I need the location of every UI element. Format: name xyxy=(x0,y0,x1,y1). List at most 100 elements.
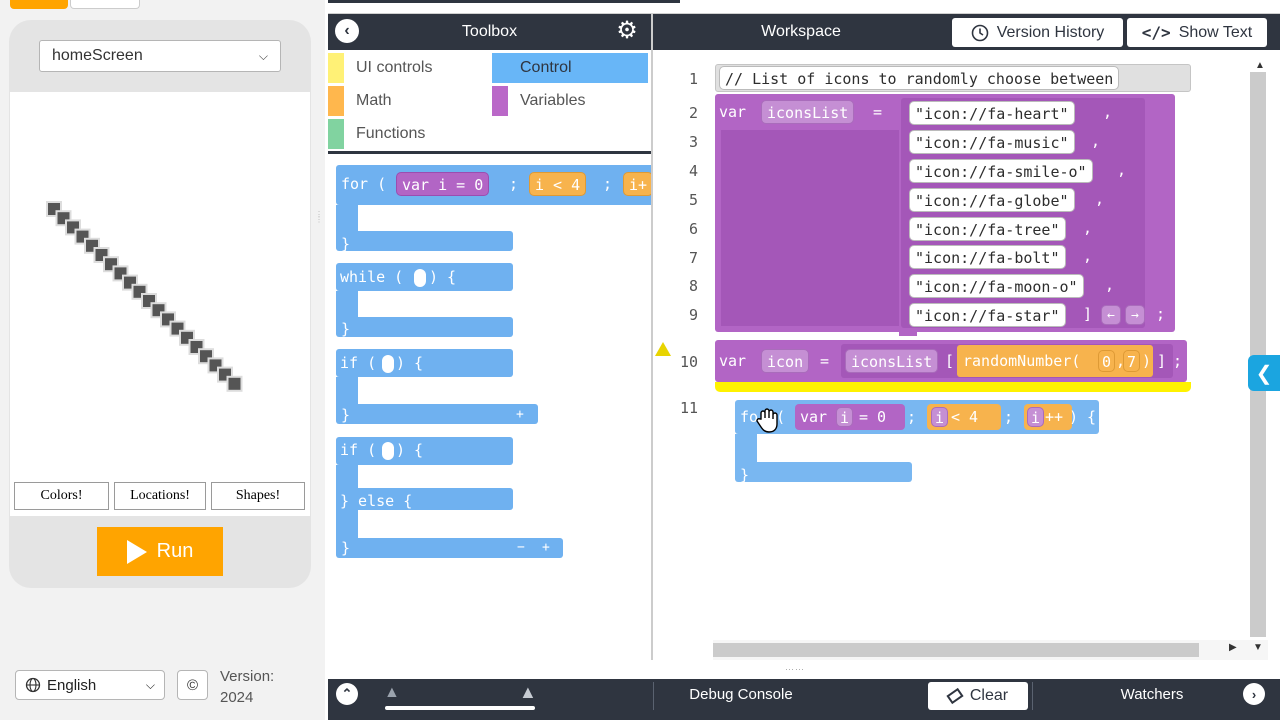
scroll-up-icon[interactable]: ▲ xyxy=(1255,60,1265,71)
line-number: 5 xyxy=(688,191,698,209)
string-literal[interactable]: "icon://fa-music" xyxy=(909,130,1075,154)
play-icon xyxy=(126,539,147,564)
clear-console-button[interactable]: Clear xyxy=(928,682,1028,710)
palette-add-else-button[interactable]: + xyxy=(542,536,550,560)
workspace-canvas[interactable]: // List of icons to randomly choose betw… xyxy=(713,50,1268,640)
app-screen[interactable] xyxy=(10,92,310,516)
toggle-watchers-button[interactable]: › xyxy=(1243,683,1265,705)
code-icon: </> xyxy=(1141,23,1171,42)
string-literal[interactable]: "icon://fa-smile-o" xyxy=(909,159,1093,183)
variable-name-icon[interactable]: icon xyxy=(761,349,810,373)
panel-resize-handle[interactable]: ⋮ ⋮ xyxy=(315,211,323,234)
console-resize-handle[interactable]: ⋯⋯ xyxy=(785,664,815,674)
palette-if-else-keyword: if ( xyxy=(340,441,377,459)
var-keyword: var xyxy=(719,352,747,370)
chevron-down-icon: ⌵ xyxy=(145,677,155,692)
string-literal[interactable]: "icon://fa-globe" xyxy=(909,188,1075,212)
warning-icon[interactable] xyxy=(655,342,671,356)
palette-for-init[interactable]: var i = 0 xyxy=(396,172,490,196)
category-label: Control xyxy=(520,59,572,76)
category-variables[interactable]: Variables xyxy=(492,86,648,116)
line-number: 9 xyxy=(688,306,698,324)
clear-label: Clear xyxy=(969,687,1009,704)
for-increment-var-i[interactable]: i xyxy=(1027,407,1045,427)
expand-panel-button[interactable]: ❮ xyxy=(1248,355,1280,391)
workspace-horizontal-scrollbar[interactable]: ▶ ▼ xyxy=(713,640,1268,660)
random-min-arg[interactable]: 0 xyxy=(1098,350,1116,372)
chevron-right-icon: › xyxy=(1251,686,1257,702)
variable-name-iconslist[interactable]: iconsList xyxy=(761,100,855,124)
toolbox-header: Toolbox xyxy=(328,14,651,50)
string-literal[interactable]: "icon://fa-tree" xyxy=(909,217,1066,241)
copyright-icon: © xyxy=(186,676,199,694)
colors-button[interactable]: Colors! xyxy=(14,482,109,510)
string-literal[interactable]: "icon://fa-heart" xyxy=(909,101,1075,125)
toolbox-settings-button[interactable]: ⚙ xyxy=(614,18,640,44)
palette-remove-else-button[interactable]: − xyxy=(517,536,525,560)
palette-for-increment[interactable]: i+ xyxy=(623,172,651,196)
line-number: 6 xyxy=(688,220,698,238)
category-functions[interactable]: Functions xyxy=(328,119,488,149)
category-label: Variables xyxy=(520,92,586,109)
string-literal[interactable]: "icon://fa-moon-o" xyxy=(909,274,1084,298)
palette-if-else-condition-slot[interactable] xyxy=(382,442,394,460)
collapse-toolbox-button[interactable]: ‹ xyxy=(335,19,359,43)
language-select[interactable]: English ⌵ xyxy=(15,670,165,700)
top-tab-strip xyxy=(328,0,1280,14)
palette-if-add-else-button[interactable]: + xyxy=(516,403,524,427)
scroll-right-icon[interactable]: ▶ xyxy=(1229,642,1237,653)
for-var-i[interactable]: i xyxy=(836,407,854,427)
rabbit-icon: ▲ xyxy=(519,682,537,702)
globe-icon xyxy=(25,677,41,693)
toolbox-palette: for ( var i = 0 ; i < 4 ; i+ } while ( )… xyxy=(328,157,651,660)
workspace-vertical-scrollbar[interactable] xyxy=(1248,60,1268,642)
category-ui-controls[interactable]: UI controls xyxy=(328,53,488,83)
language-value: English xyxy=(47,676,97,694)
palette-while-condition-slot[interactable] xyxy=(414,269,426,287)
comment-text[interactable]: // List of icons to randomly choose betw… xyxy=(719,66,1120,90)
locations-button[interactable]: Locations! xyxy=(114,482,206,510)
palette-else-keyword: } else { xyxy=(340,492,413,510)
eraser-icon xyxy=(946,687,964,705)
line-number: 4 xyxy=(688,162,698,180)
palette-while-keyword: while ( xyxy=(340,268,404,286)
for-condition-var-i[interactable]: i xyxy=(931,407,949,427)
palette-for-condition[interactable]: i < 4 xyxy=(529,172,587,196)
trail-square xyxy=(226,375,243,392)
string-literal[interactable]: "icon://fa-bolt" xyxy=(909,245,1066,269)
workspace-title: Workspace xyxy=(761,23,841,40)
array-remove-item-button[interactable]: ← xyxy=(1101,305,1121,325)
toggle-debug-panel-button[interactable]: ⌃ xyxy=(336,683,358,705)
version-info: Version: 2024 xyxy=(220,666,320,708)
random-number-fn: randomNumber( xyxy=(963,352,1081,370)
version-history-label: Version History xyxy=(996,23,1105,41)
insertion-marker xyxy=(715,382,1191,392)
line-number: 11 xyxy=(679,399,698,417)
category-label: Math xyxy=(356,92,392,109)
random-max-arg[interactable]: 7 xyxy=(1123,350,1141,372)
category-control[interactable]: Control xyxy=(492,53,648,83)
version-history-button[interactable]: Version History xyxy=(952,18,1123,47)
copyright-button[interactable]: © xyxy=(177,670,208,700)
variable-ref-iconslist[interactable]: iconsList xyxy=(845,349,939,373)
palette-for-keyword: for ( xyxy=(341,175,387,193)
mode-tab-active[interactable] xyxy=(10,0,68,9)
category-label: Functions xyxy=(356,125,426,142)
category-math[interactable]: Math xyxy=(328,86,488,116)
array-add-item-button[interactable]: → xyxy=(1125,305,1145,325)
screen-select[interactable]: homeScreen ⌵ xyxy=(39,40,281,72)
palette-if-condition-slot[interactable] xyxy=(382,355,394,373)
dragged-image-trail xyxy=(46,201,243,392)
scroll-down-icon[interactable]: ▼ xyxy=(1253,642,1263,653)
version-label: Version: xyxy=(220,668,275,685)
mode-tab[interactable] xyxy=(70,0,140,9)
run-label: Run xyxy=(156,540,194,562)
line-number: 2 xyxy=(688,104,698,122)
gear-icon: ⚙ xyxy=(616,17,638,44)
shapes-button[interactable]: Shapes! xyxy=(211,482,305,510)
show-text-button[interactable]: </> Show Text xyxy=(1127,18,1267,47)
line-number: 3 xyxy=(688,133,698,151)
run-button[interactable]: Run xyxy=(97,527,223,576)
speed-slider[interactable] xyxy=(385,706,535,710)
string-literal[interactable]: "icon://fa-star" xyxy=(909,303,1066,327)
